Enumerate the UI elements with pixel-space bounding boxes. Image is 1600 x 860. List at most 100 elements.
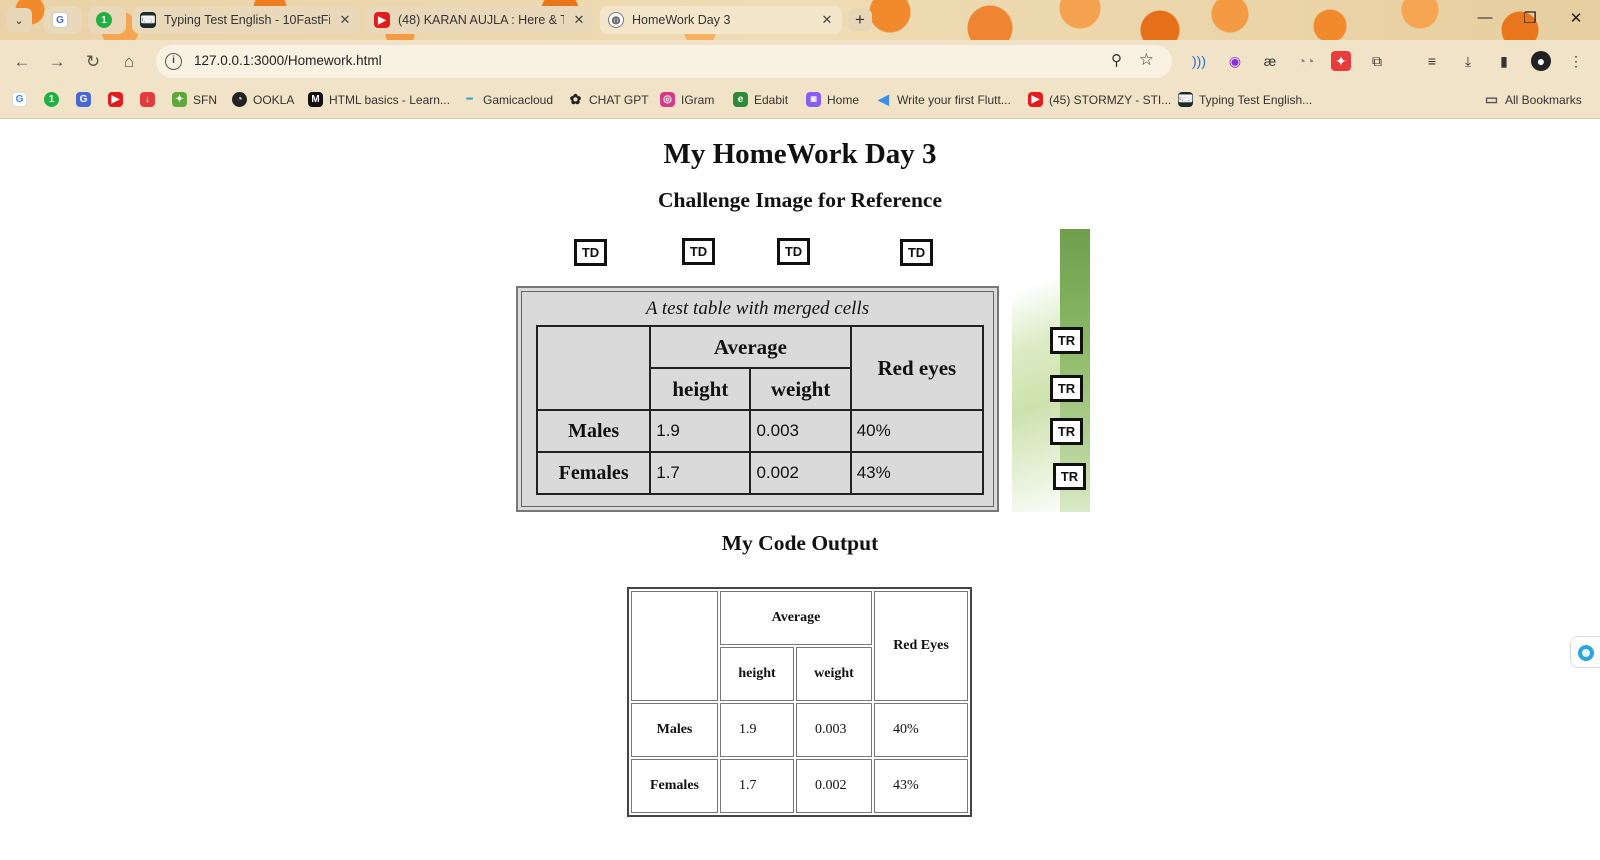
ookla-icon: ◔ — [232, 92, 247, 107]
weight-header: weight — [796, 647, 872, 701]
igram-icon: ◎ — [660, 92, 675, 107]
td-label: TD — [574, 239, 607, 266]
reference-table-frame: A test table with merged cells Average R… — [516, 286, 999, 512]
reference-heading: Challenge Image for Reference — [658, 188, 942, 212]
bookmark-label: OOKLA — [253, 92, 295, 107]
address-bar[interactable]: i 127.0.0.1:3000/Homework.html ⚲ ☆ — [156, 45, 1172, 78]
empty-corner-cell — [631, 591, 718, 701]
bookmark-home[interactable]: ◙ Home — [806, 92, 859, 107]
bookmark-label: Gamicacloud — [483, 92, 554, 107]
google-icon: G — [12, 92, 27, 107]
bookmark-g3[interactable]: G — [76, 92, 91, 107]
bookmark-edabit[interactable]: e Edabit — [733, 92, 788, 107]
tab-youtube[interactable]: ▶ (48) KARAN AUJLA : Here & Th ✕ — [366, 6, 594, 34]
tr-label: TR — [1050, 418, 1083, 445]
bookmark-youtube[interactable]: ▶ — [108, 92, 123, 107]
bookmarks-bar: G 1 G ▶ ↓ ✦ SFN ◔ OOKLA M HTML basics - Lea… — [0, 83, 1600, 119]
browser-toolbar: ← → ↻ ⌂ i 127.0.0.1:3000/Homework.html ⚲… — [0, 40, 1600, 83]
media-queue-icon[interactable]: ≡ — [1422, 51, 1442, 71]
forward-icon[interactable]: → — [46, 51, 68, 73]
new-tab-button[interactable]: + — [848, 9, 872, 31]
close-window-icon[interactable]: ✕ — [1561, 9, 1591, 27]
close-tab-icon[interactable]: ✕ — [820, 12, 834, 28]
back-icon[interactable]: ← — [11, 51, 33, 73]
reload-icon[interactable]: ↻ — [82, 51, 104, 73]
bookmark-sfn[interactable]: ✦ SFN — [172, 92, 217, 107]
download-icon[interactable]: ⤓ — [1458, 51, 1478, 71]
youtube-favicon-icon: ▶ — [374, 12, 390, 28]
bookmark-ookla[interactable]: ◔ OOKLA — [232, 92, 294, 107]
bookmark-google[interactable]: G — [12, 92, 27, 107]
all-bookmarks-button[interactable]: ▭ All Bookmarks — [1484, 91, 1582, 107]
globe-favicon-icon: ◍ — [608, 12, 624, 28]
restore-icon[interactable]: ❐ — [1515, 9, 1545, 27]
page-viewport: My HomeWork Day 3 Challenge Image for Re… — [0, 120, 1600, 860]
site-info-icon[interactable]: i — [165, 53, 182, 70]
tab-title: HomeWork Day 3 — [632, 13, 731, 27]
color-extension-icon[interactable]: ◉ — [1225, 51, 1245, 71]
floating-assistant-button[interactable] — [1570, 636, 1600, 668]
bookmark-one[interactable]: 1 — [44, 92, 59, 107]
bookmark-igram[interactable]: ◎ IGram — [660, 92, 714, 107]
weight-cell: 0.002 — [796, 759, 872, 813]
tab-search-chevron-icon[interactable]: ⌄ — [6, 8, 32, 32]
bookmark-star-icon[interactable]: ☆ — [1139, 50, 1154, 70]
empty-corner-cell — [535, 325, 652, 411]
bookmark-gamicacloud[interactable]: ━ Gamicacloud — [462, 92, 553, 107]
red-eyes-cell: 43% — [849, 451, 985, 495]
profile-avatar[interactable]: ● — [1531, 51, 1551, 71]
average-header: Average — [720, 591, 872, 645]
minimize-icon[interactable]: — — [1470, 9, 1500, 26]
close-tab-icon[interactable]: ✕ — [572, 12, 586, 28]
red-eyes-header: Red Eyes — [874, 591, 968, 701]
one-favicon-icon: 1 — [96, 12, 112, 28]
typing-icon: ⌨ — [1178, 92, 1193, 107]
tab-homework[interactable]: ◍ HomeWork Day 3 ✕ — [600, 6, 842, 34]
assistant-ring-icon — [1578, 645, 1594, 661]
bookmark-flutter[interactable]: ◀ Write your first Flutt... — [876, 91, 1011, 107]
bookmark-download[interactable]: ↓ — [140, 92, 155, 107]
bookmark-label: SFN — [193, 92, 217, 107]
tab-pinned-1[interactable]: G — [44, 6, 82, 34]
bookmark-html-basics[interactable]: M HTML basics - Learn... — [308, 92, 450, 107]
tab-pinned-2[interactable]: 1 — [88, 6, 126, 34]
audio-extension-icon[interactable]: ))) — [1189, 51, 1209, 71]
ae-extension-icon[interactable]: æ — [1260, 51, 1280, 71]
zoom-icon[interactable]: ⚲ — [1111, 51, 1122, 69]
reference-table: Average Red eyes height weight Males 1.9… — [535, 325, 985, 495]
gamica-icon: ━ — [466, 94, 473, 105]
eyes-extension-icon[interactable]: ◔◔ — [1296, 51, 1316, 71]
row-header: Females — [535, 451, 652, 495]
weight-header: weight — [749, 367, 852, 411]
bookmark-label: CHAT GPT — [589, 92, 649, 107]
typing-favicon-icon: ⌨ — [140, 12, 156, 28]
menu-kebab-icon[interactable]: ⋮ — [1566, 51, 1586, 71]
extensions-puzzle-icon[interactable]: ⧉ — [1367, 51, 1387, 71]
sfn-icon: ✦ — [172, 92, 187, 107]
tab-title: Typing Test English - 10FastFing — [164, 13, 330, 27]
bookmark-chat-gpt[interactable]: ✿ CHAT GPT — [568, 91, 649, 107]
one-icon: 1 — [44, 92, 59, 107]
red-eyes-cell: 43% — [874, 759, 968, 813]
height-header: height — [720, 647, 794, 701]
bookmark-label: Home — [827, 92, 860, 107]
table-row: Males 1.9 0.003 40% — [631, 703, 968, 757]
bookmark-stormzy[interactable]: ▶ (45) STORMZY - STI... — [1028, 92, 1171, 107]
twitch-icon: ◙ — [806, 92, 821, 107]
close-tab-icon[interactable]: ✕ — [338, 12, 352, 28]
td-label: TD — [900, 239, 933, 266]
row-header: Males — [631, 703, 718, 757]
bookmark-typing-test[interactable]: ⌨ Typing Test English... — [1178, 92, 1312, 107]
row-header: Females — [631, 759, 718, 813]
side-panel-icon[interactable]: ▮ — [1494, 51, 1514, 71]
red-eyes-header: Red eyes — [849, 325, 985, 411]
tab-typing-test[interactable]: ⌨ Typing Test English - 10FastFing ✕ — [132, 6, 360, 34]
red-extension-icon[interactable]: ✦ — [1331, 51, 1351, 71]
home-icon[interactable]: ⌂ — [118, 51, 140, 73]
height-cell: 1.7 — [649, 451, 752, 495]
table-row: Males 1.9 0.003 40% — [535, 409, 985, 453]
url-text[interactable]: 127.0.0.1:3000/Homework.html — [194, 53, 382, 68]
table-row: Females 1.7 0.002 43% — [535, 451, 985, 495]
page-title: My HomeWork Day 3 — [663, 138, 937, 170]
height-header: height — [649, 367, 752, 411]
